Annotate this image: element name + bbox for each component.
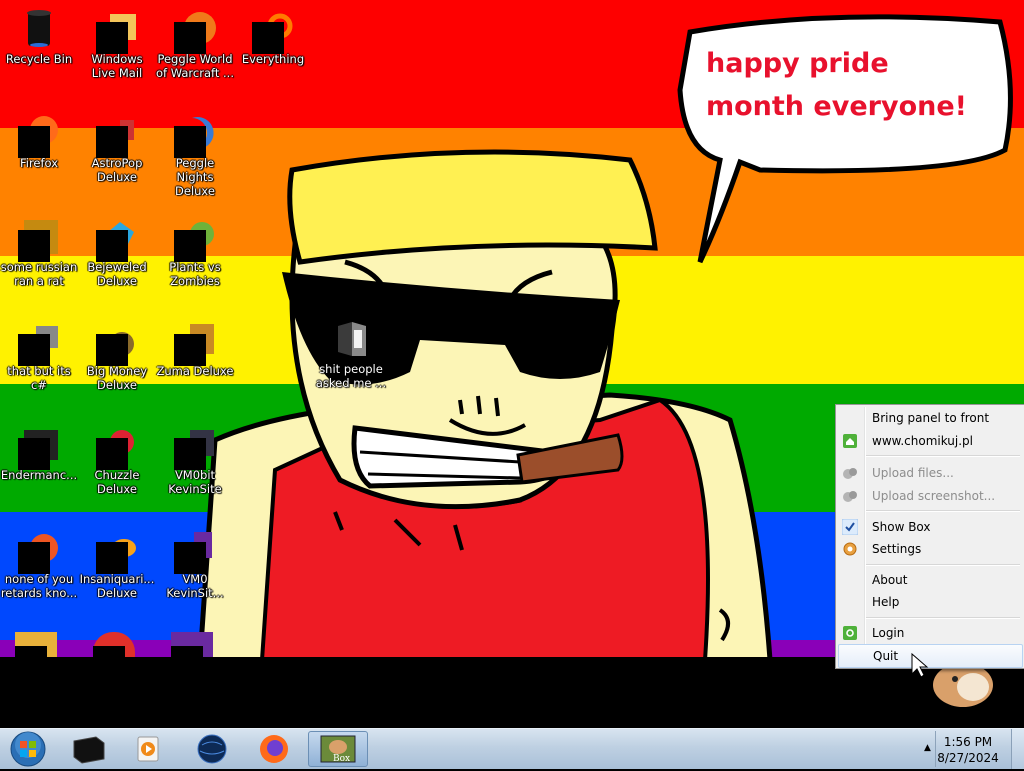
menu-separator [866, 455, 1020, 457]
desktop-icon-label: that but its c# [7, 364, 71, 392]
menu-separator [866, 617, 1020, 619]
desktop-icon-firefox[interactable]: Firefox [0, 106, 78, 170]
desktop-icon-insaniquarium[interactable]: Insaniquari... Deluxe [78, 522, 156, 600]
desktop-icon-none-of-you[interactable]: none of you retards kno... [0, 522, 78, 600]
desktop-icon-russian-rat[interactable]: some russian ran a rat [0, 210, 78, 288]
recycle-bin-icon [27, 10, 51, 47]
desktop-icon-label: Windows Live Mail [91, 52, 143, 80]
taskbar-chomikbox[interactable]: Box [308, 731, 368, 767]
speech-bubble-text: happy pride month everyone! [706, 48, 967, 122]
desktop-icon-label: Big Money Deluxe [86, 364, 148, 392]
desktop-icon-label: some russian ran a rat [0, 260, 78, 288]
desktop-icon-recycle-bin[interactable]: Recycle Bin [0, 2, 78, 66]
menu-item-label: Login [872, 626, 905, 640]
menu-item-settings[interactable]: Settings [838, 538, 1021, 560]
desktop-icon-peggle-nights[interactable]: Peggle Nights Deluxe [156, 106, 234, 198]
browser-globe-icon [197, 734, 227, 764]
desktop-icon-label: none of you retards kno... [0, 572, 78, 600]
clock-date: 8/27/2024 [937, 751, 999, 765]
desktop-icon-everything[interactable]: Everything [234, 2, 312, 66]
desktop-icon-peggle-wow[interactable]: Peggle World of Warcraft ... [156, 2, 234, 80]
menu-separator [866, 510, 1020, 512]
gear-icon [843, 542, 857, 556]
clock[interactable]: 1:56 PM 8/27/2024 [928, 734, 1008, 766]
desktop-icon-label: Peggle World of Warcraft ... [156, 52, 234, 80]
menu-item-label: Settings [872, 542, 922, 556]
menu-item-label: www.chomikuj.pl [872, 434, 974, 448]
taskbar-browser[interactable] [186, 731, 238, 767]
desktop-icon-label: Recycle Bin [5, 52, 73, 66]
menu-separator [866, 564, 1020, 566]
desktop-icon-partial[interactable] [171, 632, 213, 657]
desktop-icon-label: Insaniquari... Deluxe [79, 572, 155, 600]
chomikbox-tray-menu: Bring panel to front www.chomikuj.pl Upl… [835, 404, 1024, 669]
menu-item-help[interactable]: Help [838, 591, 1021, 613]
desktop-icon-label: Endermanc... [0, 468, 78, 482]
media-player-icon [137, 736, 159, 762]
show-desktop-button[interactable] [1011, 729, 1024, 769]
desktop-icon-label: shit people asked me ... [315, 362, 387, 390]
chomikbox-label: Box [333, 754, 351, 764]
desktop-icon-label: Zuma Deluxe [156, 364, 234, 378]
desktop-icon-shit-people-asked[interactable]: shit people asked me ... [312, 312, 390, 390]
desktop-icon-windows-live-mail[interactable]: Windows Live Mail [78, 2, 156, 80]
desktop-icon-label: Chuzzle Deluxe [94, 468, 140, 496]
upload-icon [843, 468, 857, 479]
menu-item-label: About [872, 573, 908, 587]
desktop-icon-that-but-csharp[interactable]: that but its c# [0, 314, 78, 392]
desktop-icon-bejeweled[interactable]: Bejeweled Deluxe [78, 210, 156, 288]
start-button[interactable] [2, 731, 54, 767]
menu-item-about[interactable]: About [838, 569, 1021, 591]
desktop-icon-label: AstroPop Deluxe [91, 156, 143, 184]
taskbar-media-player[interactable] [122, 731, 174, 767]
menu-item-bring-panel-to-front[interactable]: Bring panel to front [838, 407, 1021, 429]
taskbar: Box ▲ 1:56 PM 8/27/2024 [0, 728, 1024, 769]
menu-item-login[interactable]: Login [838, 622, 1021, 644]
firefox-icon [260, 735, 288, 763]
menu-item-show-box[interactable]: Show Box [838, 516, 1021, 538]
desktop-icon-label: VM0bit KevinSite [168, 468, 222, 496]
desktop-icon-label: Firefox [19, 156, 59, 170]
desktop-icon-zuma[interactable]: Zuma Deluxe [156, 314, 234, 378]
desktop-icon-label: Plants vs Zombies [169, 260, 221, 288]
desktop-icon-label: Bejeweled Deluxe [87, 260, 147, 288]
desktop-icon-astropop[interactable]: AstroPop Deluxe [78, 106, 156, 184]
clock-time: 1:56 PM [943, 735, 993, 749]
menu-item-label: Quit [873, 649, 899, 663]
desktop-icon-vm0bit-kevinsite[interactable]: VM0bit KevinSite [156, 418, 234, 496]
terminal-app-icon [73, 736, 105, 764]
desktop-icon-chuzzle[interactable]: Chuzzle Deluxe [78, 418, 156, 496]
menu-item-label: Bring panel to front [872, 411, 990, 425]
upload-icon [843, 491, 857, 502]
desktop-icon-label: Everything [241, 52, 305, 66]
menu-item-label: Upload files... [872, 466, 954, 480]
mouse-cursor-icon [911, 652, 929, 678]
desktop-icon-label: VM0 KevinSit... [166, 572, 224, 600]
menu-item-website[interactable]: www.chomikuj.pl [838, 430, 1021, 452]
folder-icon [338, 322, 366, 356]
menu-item-label: Help [872, 595, 900, 609]
desktop-icon-label: Peggle Nights Deluxe [175, 156, 215, 198]
menu-item-label: Show Box [872, 520, 931, 534]
menu-item-upload-files[interactable]: Upload files... [838, 462, 1021, 484]
taskbar-terminal-app[interactable] [62, 731, 114, 767]
windows-orb-icon [10, 731, 46, 767]
check-icon [842, 519, 858, 535]
taskbar-firefox[interactable] [248, 731, 300, 767]
desktop-icon-vm0-kevinsite[interactable]: VM0 KevinSit... [156, 522, 234, 600]
desktop-icon-endermanc[interactable]: Endermanc... [0, 418, 78, 482]
menu-item-label: Upload screenshot... [872, 489, 996, 503]
green-login-icon [843, 626, 857, 640]
desktop-icon-big-money[interactable]: Big Money Deluxe [78, 314, 156, 392]
desktop-icon-partial[interactable] [15, 632, 57, 657]
green-home-icon [843, 434, 857, 448]
desktop-icon-plants-vs-zombies[interactable]: Plants vs Zombies [156, 210, 234, 288]
menu-item-upload-screenshot[interactable]: Upload screenshot... [838, 485, 1021, 507]
